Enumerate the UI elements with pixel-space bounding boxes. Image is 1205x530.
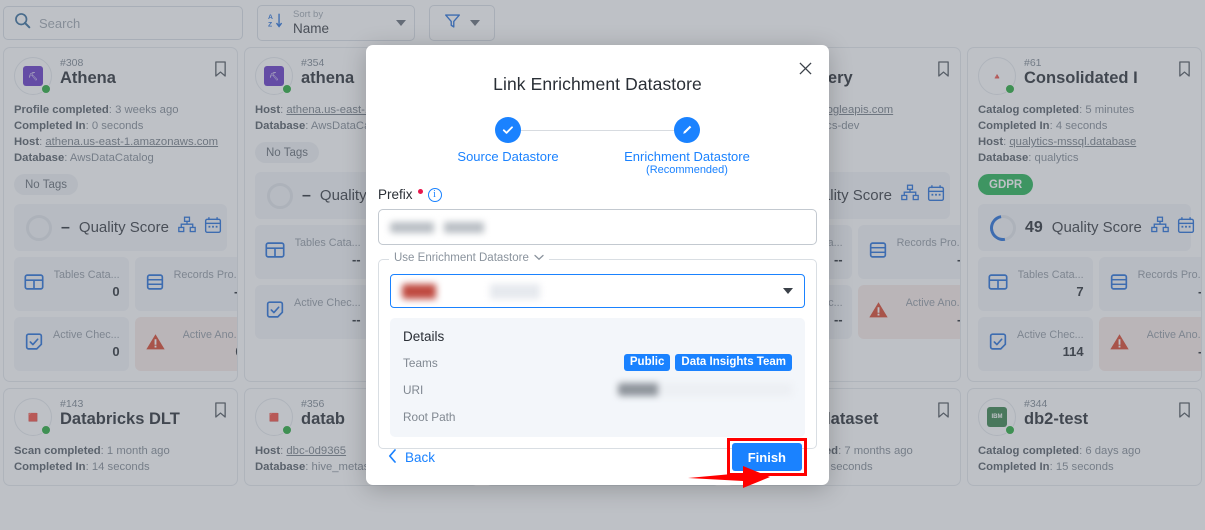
finish-button-highlight: Finish: [727, 438, 807, 476]
link-enrichment-datastore-dialog: Link Enrichment Datastore Source Datasto…: [366, 45, 829, 485]
details-row-root-path: Root Path: [403, 408, 792, 425]
step-enrichment-label: Enrichment Datastore: [624, 149, 750, 164]
required-indicator: [418, 189, 423, 194]
team-chip[interactable]: Public: [624, 354, 671, 371]
prefix-label-row: Prefix i: [378, 187, 829, 202]
enrichment-selected-value-redacted: [402, 284, 544, 299]
enrichment-datastore-select[interactable]: [390, 274, 805, 308]
details-key: URI: [403, 383, 423, 397]
enrichment-datastore-fieldset: Use Enrichment Datastore Details Teams P…: [378, 259, 817, 449]
details-title: Details: [403, 329, 792, 344]
enrichment-legend-text: Use Enrichment Datastore: [394, 252, 529, 264]
step-source-label: Source Datastore: [457, 149, 558, 164]
details-row-teams: Teams Public Data Insights Team: [403, 354, 792, 371]
details-key: Root Path: [403, 410, 455, 424]
enrichment-details-panel: Details Teams Public Data Insights Team …: [390, 318, 805, 437]
step-enrichment-datastore[interactable]: Enrichment Datastore (Recommended): [607, 117, 767, 176]
details-key: Teams: [403, 356, 438, 370]
prefix-label: Prefix: [378, 187, 413, 202]
details-uri-redacted: [618, 383, 792, 396]
details-row-uri: URI: [403, 381, 792, 398]
prefix-input[interactable]: [378, 209, 817, 245]
check-icon: [495, 117, 521, 143]
details-teams-chips: Public Data Insights Team: [624, 354, 792, 371]
info-icon[interactable]: i: [428, 188, 442, 202]
chevron-left-icon: [388, 449, 397, 466]
team-chip[interactable]: Data Insights Team: [675, 354, 792, 371]
finish-button[interactable]: Finish: [732, 443, 802, 471]
step-source-datastore[interactable]: Source Datastore: [428, 117, 588, 176]
pencil-icon: [674, 117, 700, 143]
enrichment-legend: Use Enrichment Datastore: [389, 252, 549, 264]
back-button[interactable]: Back: [388, 449, 435, 466]
prefix-redacted-value: [390, 222, 498, 233]
close-icon[interactable]: [795, 58, 815, 78]
dialog-footer: Back Finish: [366, 429, 829, 485]
dialog-title: Link Enrichment Datastore: [366, 45, 829, 95]
chevron-down-icon: [534, 252, 544, 264]
back-button-label: Back: [405, 450, 435, 465]
step-enrichment-sub: (Recommended): [646, 164, 728, 176]
screen-root: Search AZ Sort by Name: [0, 0, 1205, 530]
dropdown-caret-icon: [783, 288, 793, 294]
wizard-stepper: Source Datastore Enrichment Datastore (R…: [428, 117, 767, 169]
